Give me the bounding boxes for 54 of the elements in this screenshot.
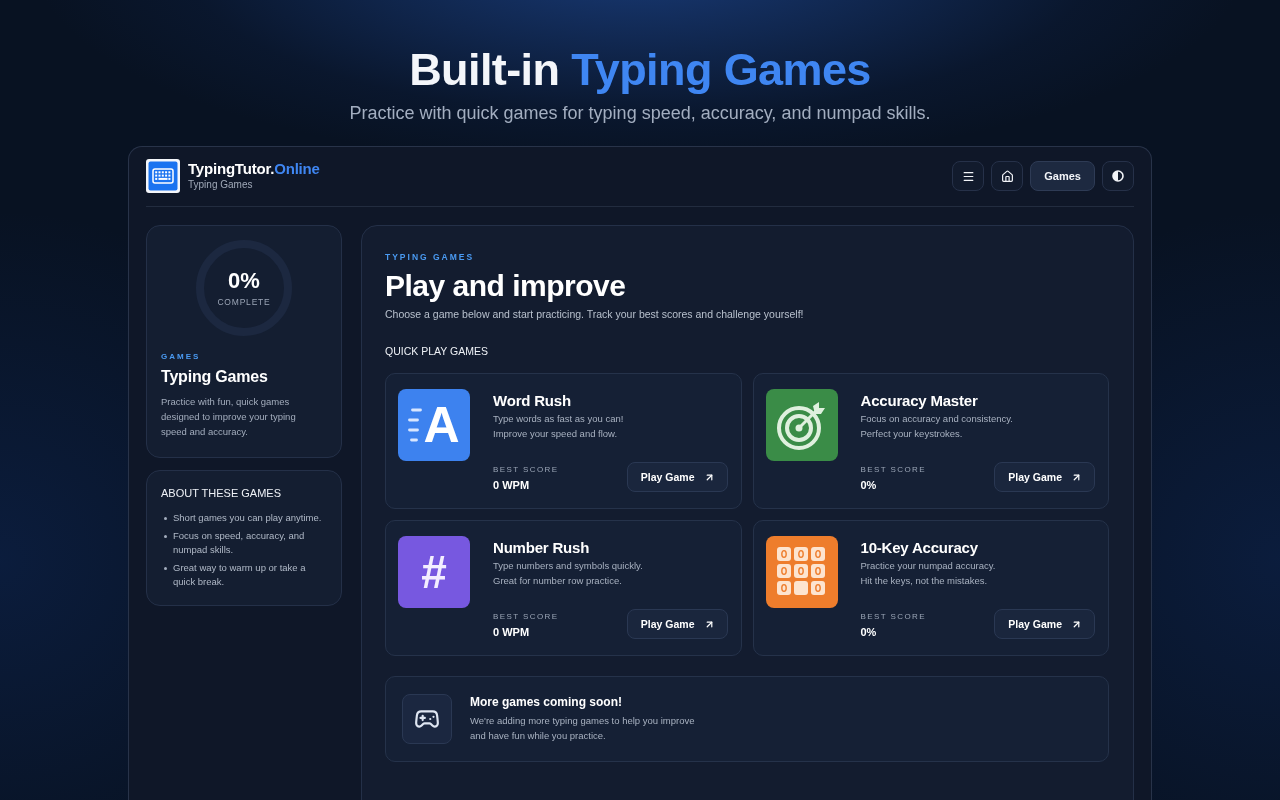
game-description: Practice your numpad accuracy. Hit the keys, not the mistakes.: [860, 559, 997, 588]
game-title: Word Rush: [493, 392, 572, 410]
theme-icon: [1112, 170, 1124, 182]
hero-subtitle: Practice with quick games for typing speed, accuracy, and numpad skills.: [349, 102, 931, 125]
notice-text: We're adding more typing games to help you improve and have fun while you practice.: [470, 714, 696, 743]
home-icon: [1000, 169, 1014, 183]
symbol-tile: #: [398, 536, 470, 608]
play-game-button[interactable]: Play Game: [994, 609, 1095, 639]
score-value: 0%: [860, 478, 878, 492]
letter-tile: A: [398, 389, 470, 461]
score-label: BEST SCORE: [860, 464, 926, 475]
score-value: 0 WPM: [493, 478, 531, 492]
game-title: 10-Key Accuracy: [860, 539, 979, 557]
game-title: Accuracy Master: [860, 392, 979, 410]
score-label: BEST SCORE: [493, 464, 559, 475]
sidebar-eyebrow: GAMES: [161, 352, 202, 362]
progress-label: COMPLETE: [217, 295, 271, 308]
bullet-icon: [164, 534, 167, 538]
keyboard-logo-icon: [146, 159, 180, 193]
main-eyebrow: TYPING GAMES: [385, 252, 476, 262]
about-item: Focus on speed, accuracy, and numpad skills.: [173, 528, 306, 557]
bullet-icon: [164, 566, 167, 570]
notice-title: More games coming soon!: [470, 695, 624, 710]
about-item: Great way to warm up or take a quick break.: [173, 560, 307, 589]
brand-subtitle: Typing Games: [188, 178, 254, 192]
score-value: 0%: [860, 625, 878, 639]
hero-title: Built-in Typing Games: [409, 44, 871, 96]
bullet-icon: [164, 517, 167, 520]
gamepad-icon: [402, 694, 452, 744]
game-description: Type numbers and symbols quickly. Great for number row practice.: [493, 559, 644, 588]
home-button[interactable]: [991, 161, 1024, 191]
play-game-button[interactable]: Play Game: [626, 609, 728, 639]
theme-button[interactable]: [1102, 161, 1134, 191]
menu-icon: [961, 169, 975, 183]
games-nav-button[interactable]: Games: [1030, 161, 1095, 191]
about-item: Short games you can play anytime.: [173, 511, 322, 525]
game-description: Type words as fast as you can! Improve your speed and flow.: [493, 412, 625, 441]
game-title: Number Rush: [493, 539, 591, 557]
progress-value: 0%: [228, 268, 260, 293]
section-title: QUICK PLAY GAMES: [385, 344, 489, 358]
play-game-button[interactable]: Play Game: [994, 462, 1095, 492]
main-intro: Choose a game below and start practicing. Track your best scores and challenge yourself!: [385, 307, 805, 321]
play-game-button[interactable]: Play Game: [626, 462, 728, 492]
score-value: 0 WPM: [493, 625, 531, 639]
brand-name: TypingTutor.Online: [188, 160, 320, 178]
score-label: BEST SCORE: [493, 611, 559, 622]
menu-button[interactable]: [952, 161, 985, 191]
game-description: Focus on accuracy and consistency. Perfect your keystrokes.: [860, 412, 1014, 441]
about-title: ABOUT THESE GAMES: [161, 487, 282, 500]
score-label: BEST SCORE: [860, 611, 926, 622]
main-title: Play and improve: [385, 268, 627, 304]
sidebar-title: Typing Games: [161, 367, 269, 387]
sidebar-description: Practice with fun, quick games designed to improve your typing speed and accuracy.: [161, 395, 297, 439]
speed-lines-icon: [408, 408, 423, 442]
